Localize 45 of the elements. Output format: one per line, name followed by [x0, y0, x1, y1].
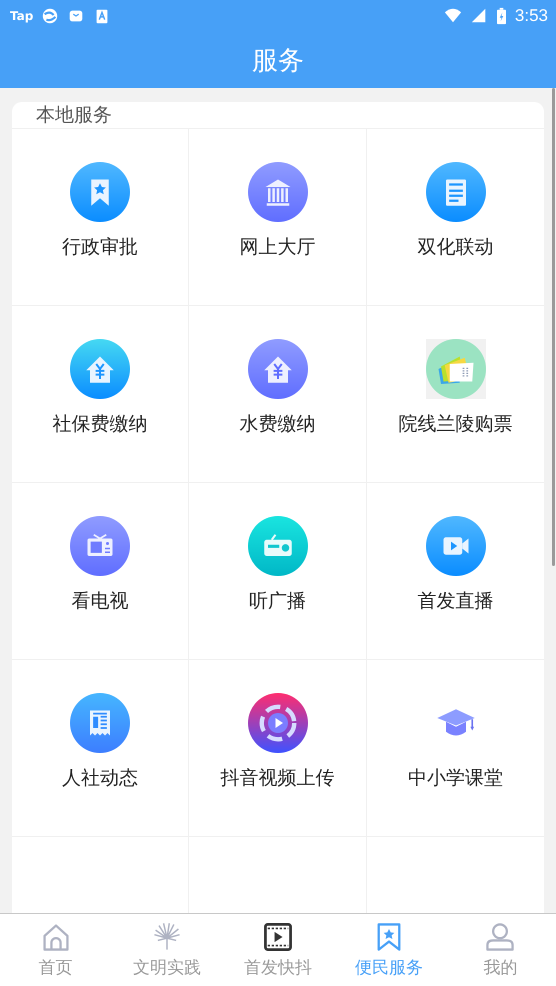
service-item[interactable]: 社保费缴纳: [12, 306, 189, 483]
service-item[interactable]: 双化联动: [367, 129, 544, 306]
service-item[interactable]: 抖音视频上传: [189, 660, 367, 837]
signal-icon: [470, 7, 488, 25]
tickets-icon: [426, 339, 486, 399]
app-label: Tap: [10, 9, 34, 23]
service-item[interactable]: 首发直播: [367, 483, 544, 660]
service-label: 水费缴纳: [240, 412, 316, 437]
page-title: 服务: [252, 44, 304, 78]
service-item[interactable]: 听广播: [189, 483, 367, 660]
circle-newspaper-icon: [70, 693, 130, 753]
service-item[interactable]: 行政审批: [12, 129, 189, 306]
wifi-icon: [444, 7, 462, 25]
section-title: 本地服务: [12, 102, 544, 129]
circle-radio-icon: [248, 516, 308, 576]
service-label: 看电视: [72, 589, 128, 614]
service-label: 网上大厅: [240, 235, 316, 260]
service-item[interactable]: 人社动态: [12, 660, 189, 837]
circle-bank-icon: [248, 162, 308, 222]
circle-tv-icon: [70, 516, 130, 576]
service-item[interactable]: 看电视: [12, 483, 189, 660]
battery-icon: [496, 7, 507, 25]
scrollbar[interactable]: [552, 88, 555, 566]
service-label: 中小学课堂: [408, 766, 503, 791]
service-label: 听广播: [249, 589, 306, 614]
circle-bookmark-icon: [70, 162, 130, 222]
service-item[interactable]: 院线兰陵购票: [367, 306, 544, 483]
service-item[interactable]: 水费缴纳: [189, 306, 367, 483]
film-play-icon: [262, 921, 294, 953]
user-icon: [484, 921, 516, 953]
circle-document-icon: [426, 162, 486, 222]
service-label: 首发直播: [418, 589, 494, 614]
circle-play-icon: [248, 693, 308, 753]
circle-house-icon: [248, 339, 308, 399]
service-item[interactable]: 中小学课堂: [367, 660, 544, 837]
circle-video-camera-icon: [426, 516, 486, 576]
service-item[interactable]: 网上大厅: [189, 129, 367, 306]
service-label: 院线兰陵购票: [398, 412, 512, 437]
service-label: 行政审批: [62, 235, 138, 260]
clock-time: 3:53: [514, 6, 548, 26]
service-label: 人社动态: [62, 766, 138, 791]
service-label: 双化联动: [418, 235, 494, 260]
service-label: 抖音视频上传: [220, 766, 334, 791]
circle-house-icon: [70, 339, 130, 399]
service-label: 社保费缴纳: [52, 412, 148, 437]
